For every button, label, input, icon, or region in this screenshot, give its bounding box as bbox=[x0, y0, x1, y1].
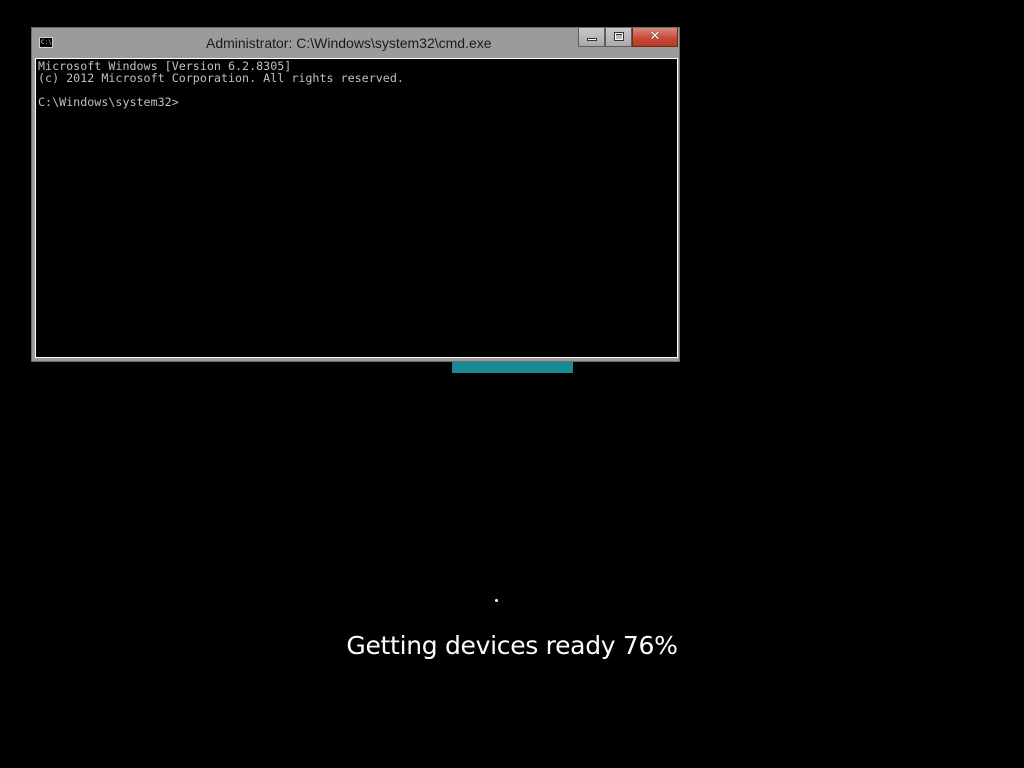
maximize-icon bbox=[614, 32, 624, 41]
caption-buttons: ✕ bbox=[578, 28, 678, 48]
close-icon: ✕ bbox=[649, 29, 661, 44]
window-titlebar[interactable]: C:\ Administrator: C:\Windows\system32\c… bbox=[32, 28, 679, 58]
cmd-icon[interactable]: C:\ bbox=[39, 37, 53, 48]
close-button[interactable]: ✕ bbox=[632, 28, 678, 47]
console-line-copyright: (c) 2012 Microsoft Corporation. All righ… bbox=[38, 71, 404, 85]
taskbar-highlight-strip bbox=[452, 362, 573, 373]
loading-spinner bbox=[495, 599, 498, 602]
console-prompt[interactable]: C:\Windows\system32> bbox=[38, 96, 677, 108]
minimize-icon bbox=[587, 38, 597, 41]
minimize-button[interactable] bbox=[578, 28, 605, 47]
setup-status-text: Getting devices ready 76% bbox=[346, 631, 678, 660]
maximize-button[interactable] bbox=[605, 28, 632, 47]
console-output[interactable]: Microsoft Windows [Version 6.2.8305] (c)… bbox=[35, 58, 678, 358]
window-title: Administrator: C:\Windows\system32\cmd.e… bbox=[206, 35, 492, 51]
cmd-window[interactable]: C:\ Administrator: C:\Windows\system32\c… bbox=[31, 27, 680, 362]
